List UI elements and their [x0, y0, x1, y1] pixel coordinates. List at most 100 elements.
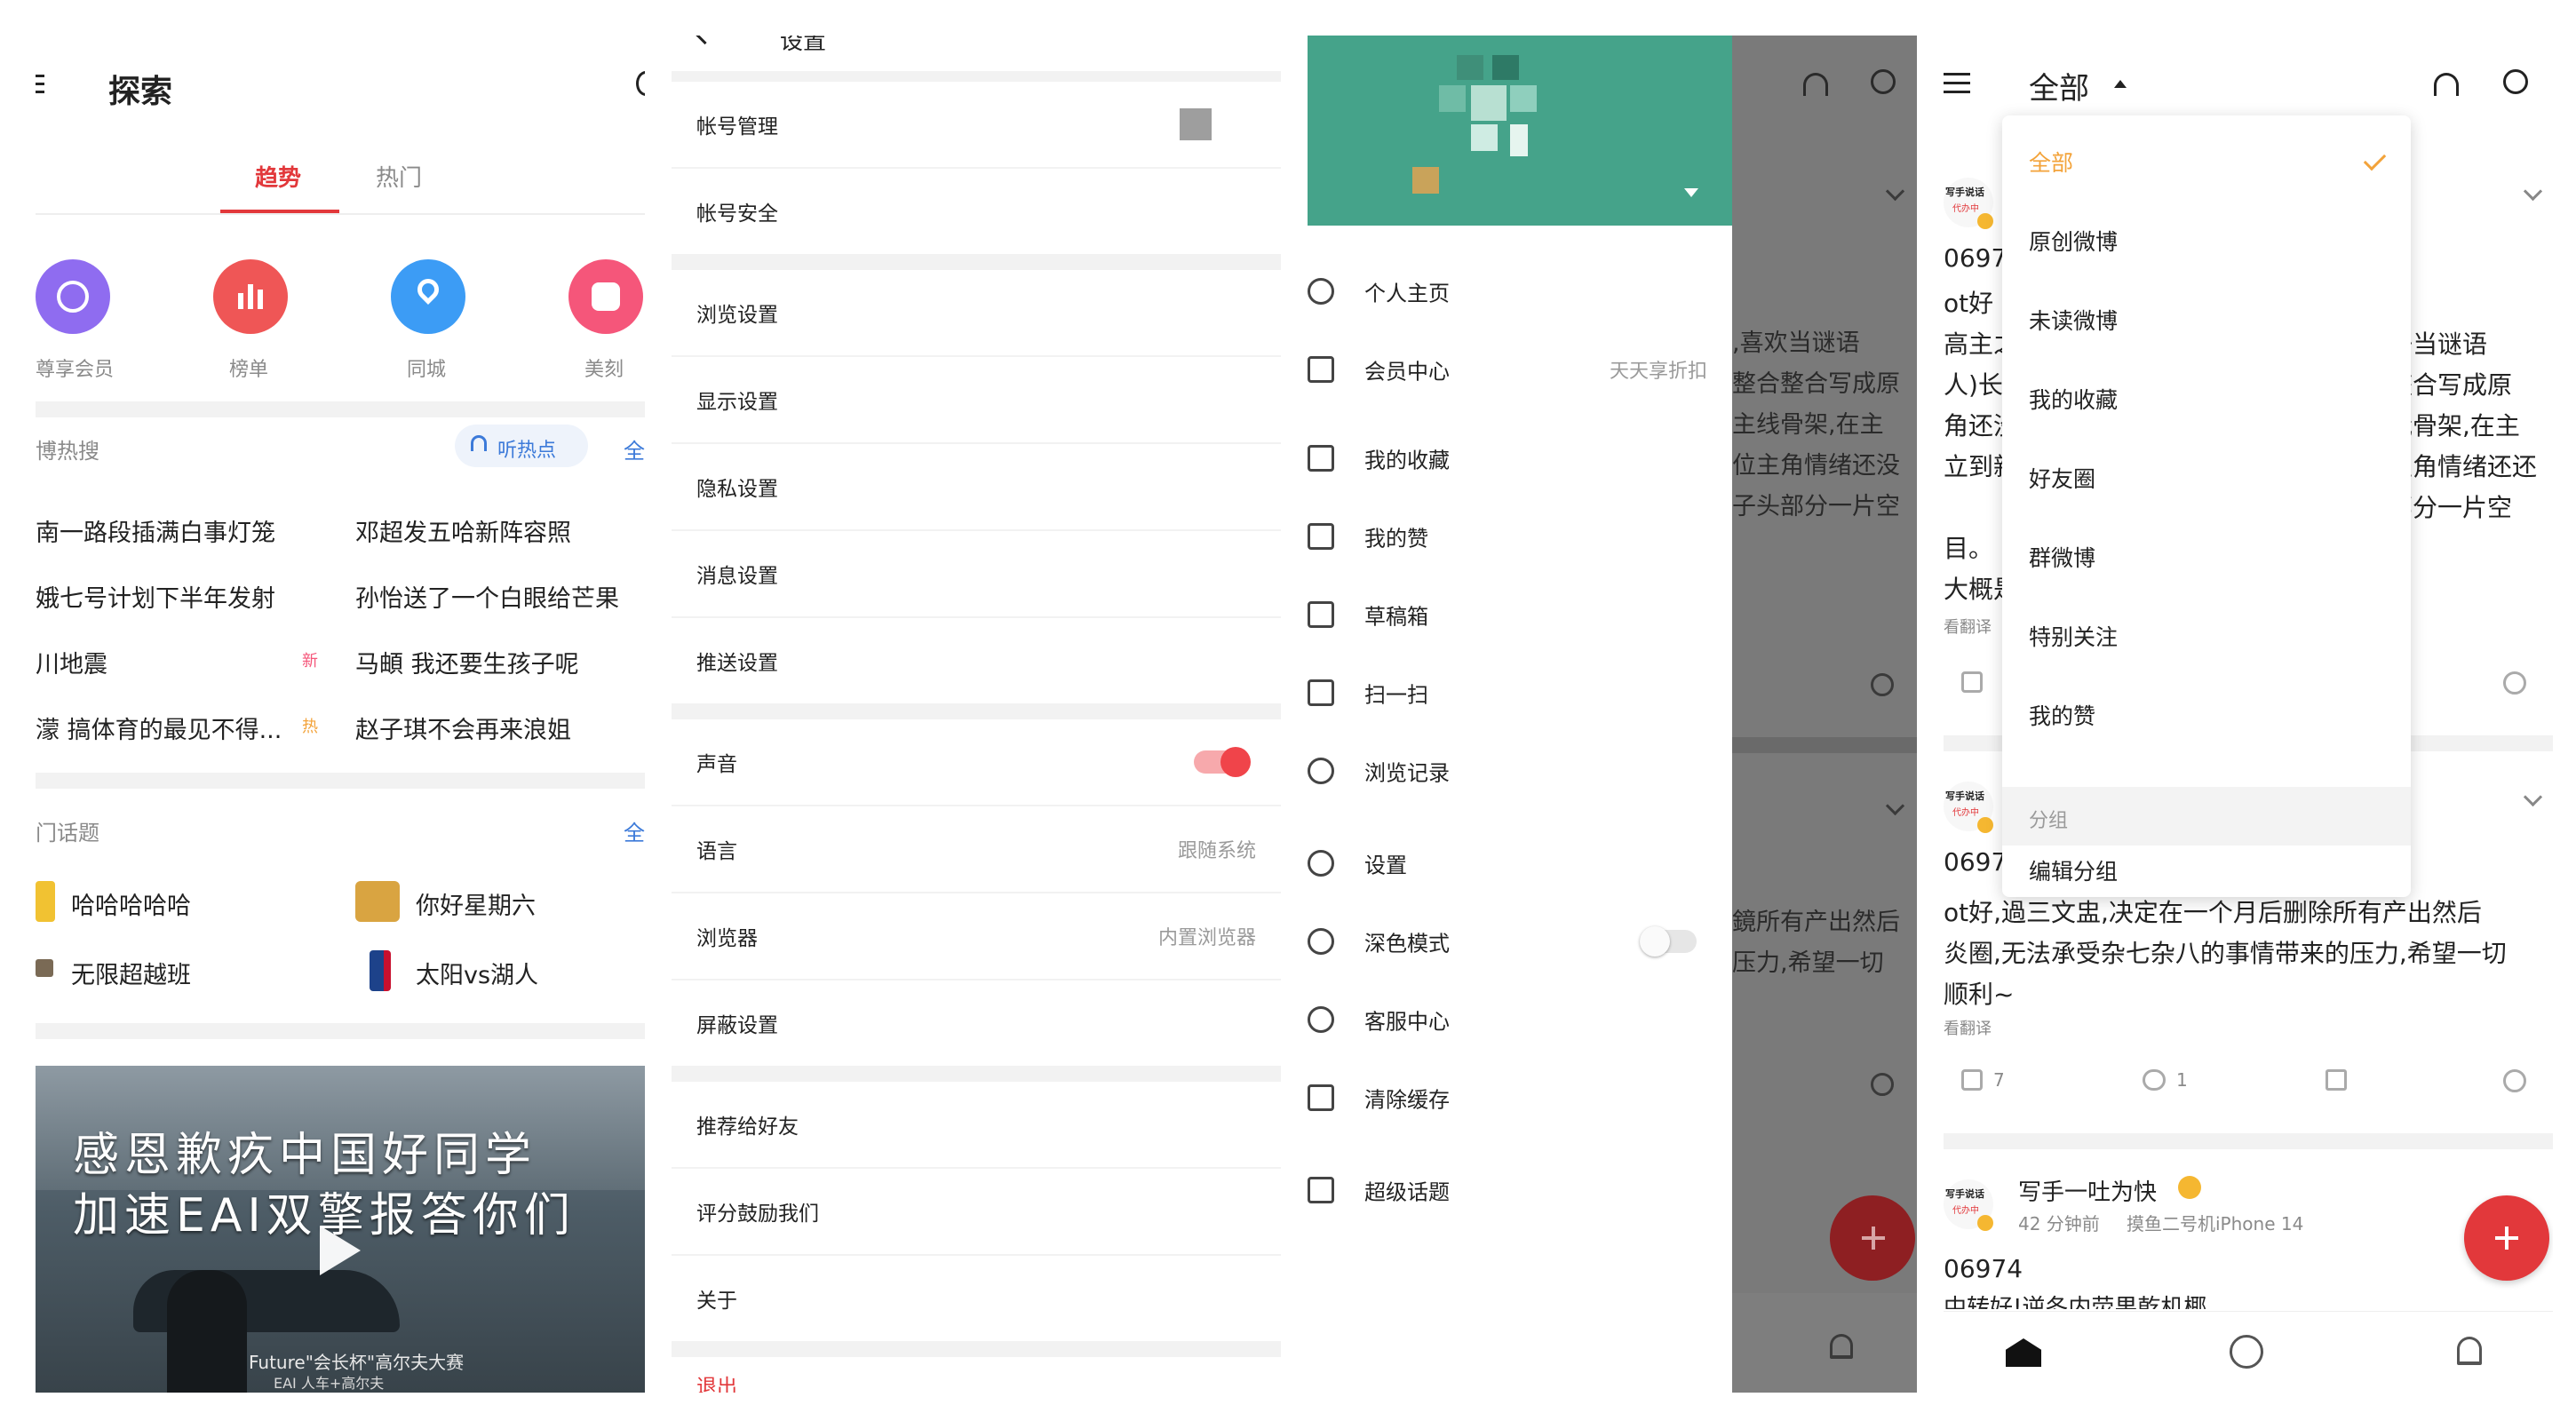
search-icon[interactable]	[1871, 69, 1896, 94]
thumb-up-icon	[1308, 523, 1334, 550]
hot-item[interactable]: 邓超发五哈新阵容照	[355, 513, 571, 548]
topic-item[interactable]: 哈哈哈哈哈	[71, 886, 191, 921]
hot-search-more[interactable]: 全	[624, 433, 645, 464]
bell-icon[interactable]	[1830, 1334, 1853, 1359]
drawer-item[interactable]: 我的收藏	[1308, 419, 1732, 497]
compose-button[interactable]	[1830, 1195, 1915, 1281]
share-icon[interactable]	[1871, 1073, 1894, 1096]
translate-link[interactable]: 看翻译	[1944, 1016, 1992, 1039]
menu-icon[interactable]	[1944, 73, 1970, 94]
dropdown-item[interactable]: 我的收藏	[2002, 360, 2411, 438]
topics-more[interactable]: 全	[624, 815, 645, 846]
feed-filter-title[interactable]: 全部	[2029, 64, 2089, 107]
dropdown-item[interactable]: 好友圈	[2002, 439, 2411, 517]
headphone-icon[interactable]	[1803, 73, 1828, 96]
dropdown-item[interactable]: 特别关注	[2002, 597, 2411, 675]
share-icon[interactable]	[1871, 673, 1894, 696]
topic-item[interactable]: 太阳vs湖人	[416, 956, 538, 990]
topic-item[interactable]: 你好星期六	[416, 886, 536, 921]
drawer-item[interactable]: 会员中心 天天享折扣	[1308, 330, 1732, 409]
topic-item[interactable]: 无限超越班	[71, 956, 191, 990]
home-icon[interactable]	[2006, 1338, 2041, 1367]
like-icon[interactable]	[1961, 671, 1983, 693]
chevron-down-icon[interactable]	[1885, 796, 1905, 816]
hot-item[interactable]: 娥七号计划下半年发射	[36, 579, 275, 614]
drawer-item[interactable]: 超级话题	[1308, 1151, 1732, 1229]
drawer-item[interactable]: 深色模式	[1308, 902, 1732, 980]
sound-toggle[interactable]	[1194, 747, 1251, 777]
repost-icon[interactable]	[2326, 1069, 2347, 1091]
hot-item[interactable]: 孙怡送了一个白眼给芒果	[355, 579, 619, 614]
settings-row[interactable]: 帐号管理	[672, 82, 1281, 167]
drawer-header[interactable]	[1308, 36, 1732, 226]
meike-icon[interactable]	[568, 259, 643, 334]
like-icon[interactable]	[1961, 1069, 1983, 1091]
settings-row[interactable]: 浏览设置	[672, 270, 1281, 355]
avatar[interactable]: 写手说话 代办中	[1944, 1179, 1993, 1231]
ranking-icon[interactable]	[213, 259, 288, 334]
dropdown-item[interactable]: 未读微博	[2002, 281, 2411, 359]
settings-row[interactable]: 推送设置	[672, 618, 1281, 703]
hot-item[interactable]: 濛 搞体育的最见不得...	[36, 710, 282, 745]
search-icon[interactable]	[636, 71, 645, 96]
hot-item[interactable]: 南一路段插满白事灯笼	[36, 513, 275, 548]
menu-icon[interactable]	[36, 75, 44, 96]
avatar[interactable]: 写手说话 代办中	[1944, 782, 1993, 833]
headphone-icon[interactable]	[2434, 73, 2459, 96]
vip-icon[interactable]	[36, 259, 110, 334]
settings-row[interactable]: 声音	[672, 719, 1281, 805]
dropdown-arrow-icon[interactable]	[1684, 188, 1698, 197]
back-icon[interactable]	[695, 36, 715, 45]
drawer-item[interactable]: 扫一扫	[1308, 654, 1732, 732]
dropdown-item[interactable]: 原创微博	[2002, 202, 2411, 280]
discover-icon[interactable]	[2230, 1335, 2263, 1369]
drawer-item[interactable]: 浏览记录	[1308, 732, 1732, 810]
dropdown-item-edit-group[interactable]: 编辑分组	[2002, 844, 2411, 897]
logout-row[interactable]: 退出	[672, 1357, 1281, 1393]
avatar[interactable]: 写手说话 代办中	[1944, 178, 1993, 229]
drawer-item[interactable]: 客服中心	[1308, 980, 1732, 1059]
settings-row[interactable]: 消息设置	[672, 531, 1281, 616]
settings-row[interactable]: 推荐给好友	[672, 1082, 1281, 1167]
drawer-item[interactable]: 个人主页	[1308, 252, 1732, 330]
share-icon[interactable]	[2503, 1069, 2526, 1092]
dark-mode-toggle[interactable]	[1640, 926, 1697, 957]
translate-link[interactable]: 看翻译	[1944, 615, 1992, 638]
tab-trending[interactable]: 趋势	[255, 160, 301, 193]
drawer-item[interactable]: 设置	[1308, 824, 1732, 902]
dropdown-item[interactable]: 全部	[2002, 123, 2411, 201]
listen-hot-button[interactable]: 听热点	[455, 425, 588, 467]
compose-button[interactable]	[2464, 1195, 2549, 1281]
drawer-item[interactable]: 草稿箱	[1308, 576, 1732, 654]
hot-item[interactable]: 赵子琪不会再来浪姐	[355, 710, 571, 745]
avatar[interactable]	[1439, 55, 1549, 165]
drawer-item[interactable]: 我的赞	[1308, 497, 1732, 576]
settings-row[interactable]: 帐号安全	[672, 169, 1281, 254]
tab-hot[interactable]: 热门	[376, 160, 422, 193]
location-icon[interactable]	[391, 259, 465, 334]
settings-row[interactable]: 评分鼓励我们	[672, 1169, 1281, 1254]
drawer-item[interactable]: 清除缓存	[1308, 1059, 1732, 1137]
hot-item[interactable]: 川地震	[36, 645, 107, 679]
video-banner[interactable]: 感恩歉疚中国好同学 加速EAI双擎报答你们 Future"会长杯"高尔夫大赛 E…	[36, 1066, 645, 1393]
caret-up-icon[interactable]	[2114, 80, 2127, 88]
play-icon[interactable]	[320, 1226, 361, 1275]
settings-row[interactable]: 浏览器 内置浏览器	[672, 893, 1281, 979]
dropdown-item[interactable]: 我的赞	[2002, 676, 2411, 754]
settings-row[interactable]: 显示设置	[672, 357, 1281, 442]
settings-row[interactable]: 语言 跟随系统	[672, 806, 1281, 892]
settings-row[interactable]: 关于	[672, 1256, 1281, 1341]
comment-icon[interactable]	[2143, 1069, 2166, 1091]
search-icon[interactable]	[2503, 69, 2528, 94]
chevron-down-icon[interactable]	[1885, 181, 1905, 202]
settings-row[interactable]: 隐私设置	[672, 444, 1281, 529]
chevron-down-icon[interactable]	[2523, 181, 2543, 202]
dropdown-item[interactable]: 群微博	[2002, 518, 2411, 596]
settings-row[interactable]: 屏蔽设置	[672, 980, 1281, 1066]
post-author[interactable]: 写手一吐为快	[2018, 1174, 2157, 1207]
hot-item[interactable]: 马頔 我还要生孩子呢	[355, 645, 579, 679]
bell-icon[interactable]	[2457, 1337, 2482, 1365]
chevron-down-icon[interactable]	[2523, 787, 2543, 807]
dimmed-feed[interactable]: ,喜欢当谜语 整合整合写成原 主线骨架,在主 位主角情绪还没 子头部分一片空 鏡…	[1732, 36, 1917, 1393]
share-icon[interactable]	[2503, 671, 2526, 695]
